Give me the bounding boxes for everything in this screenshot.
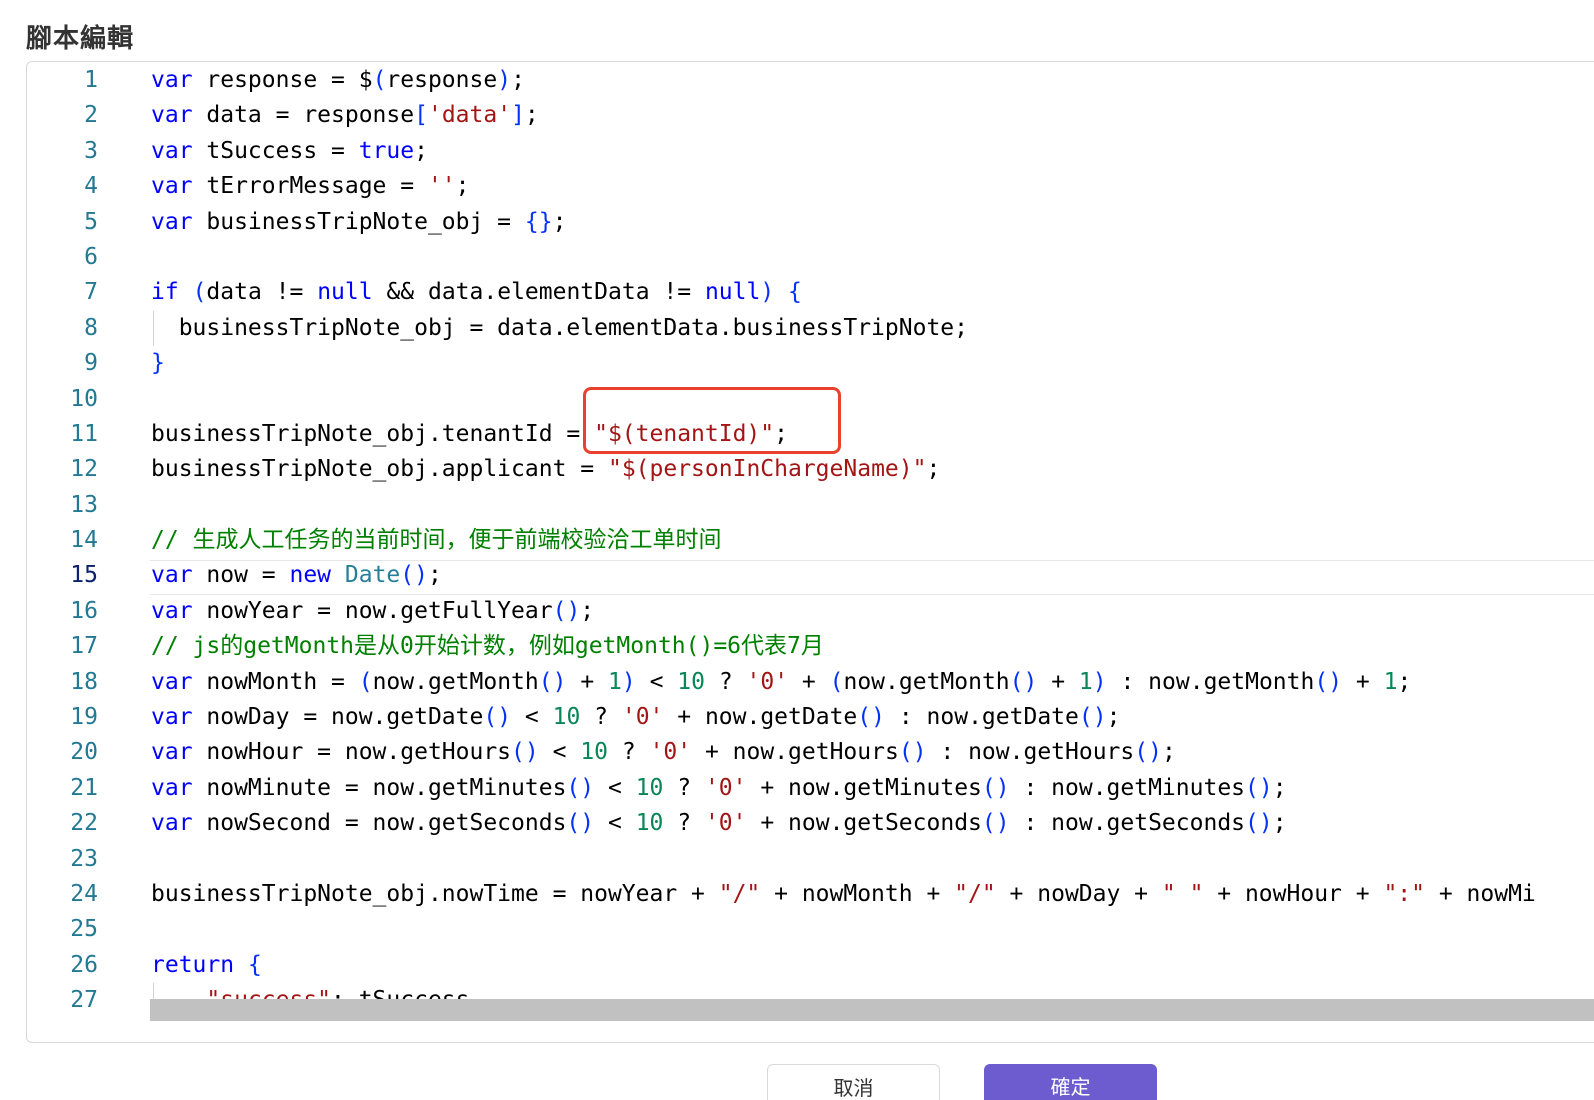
code-line[interactable]: var tSuccess = true; — [151, 134, 1594, 169]
line-number: 1 — [84, 67, 98, 93]
code-line[interactable]: var now = new Date(); — [151, 558, 1594, 593]
code-line[interactable] — [151, 240, 1594, 275]
indent-guide — [153, 310, 154, 347]
line-number: 18 — [70, 668, 98, 695]
code-line[interactable]: var nowHour = now.getHours() < 10 ? '0' … — [151, 735, 1594, 770]
code-line[interactable] — [151, 488, 1594, 523]
script-editor-page: 腳本編輯 1 2 3 4 5 6 7 8 9 10 11 12 13 14 15 16 17 18 19 20 21 22… — [0, 0, 1594, 1100]
line-number: 13 — [70, 491, 98, 518]
line-number-gutter: 1 2 3 4 5 6 7 8 9 10 11 12 13 14 15 16 17 18 19 20 21 22 23 24 2… — [27, 63, 127, 1019]
code-line[interactable]: var businessTripNote_obj = {}; — [151, 205, 1594, 240]
line-number: 26 — [70, 951, 98, 978]
line-number: 10 — [70, 385, 98, 412]
line-number: 15 — [70, 562, 98, 589]
line-number: 24 — [70, 880, 98, 907]
code-line[interactable] — [151, 382, 1594, 417]
code-editor[interactable]: 1 2 3 4 5 6 7 8 9 10 11 12 13 14 15 16 17 18 19 20 21 22 23 24 2… — [26, 61, 1594, 1043]
line-number: 9 — [84, 350, 98, 377]
code-line[interactable]: // 生成人工任务的当前时间，便于前端校验洽工单时间 — [151, 523, 1594, 558]
line-number: 19 — [70, 704, 98, 731]
line-number: 25 — [70, 916, 98, 943]
section-title: 腳本編輯 — [26, 24, 135, 54]
code-line[interactable]: // js的getMonth是从0开始计数，例如getMonth()=6代表7月 — [151, 629, 1594, 664]
code-line[interactable]: businessTripNote_obj.applicant = "$(pers… — [151, 452, 1594, 487]
confirm-button[interactable]: 確定 — [984, 1064, 1157, 1100]
line-number: 16 — [70, 597, 98, 624]
code-area[interactable]: var response = $(response); var data = re… — [151, 63, 1594, 1019]
line-number: 6 — [84, 243, 98, 270]
line-number: 22 — [70, 810, 98, 837]
line-number: 2 — [84, 102, 98, 129]
line-number: 5 — [84, 208, 98, 235]
line-number: 23 — [70, 845, 98, 872]
code-line[interactable]: return { — [151, 948, 1594, 983]
line-number: 27 — [70, 987, 98, 1014]
line-number: 11 — [70, 420, 98, 447]
tenant-id-annotation-box — [583, 387, 841, 454]
code-line[interactable]: if (data != null && data.elementData != … — [151, 275, 1594, 310]
line-number: 17 — [70, 633, 98, 660]
code-line[interactable]: var nowDay = now.getDate() < 10 ? '0' + … — [151, 700, 1594, 735]
code-line[interactable]: } — [151, 346, 1594, 381]
code-line[interactable]: businessTripNote_obj = data.elementData.… — [151, 310, 1594, 347]
code-line[interactable]: var response = $(response); — [151, 63, 1594, 98]
code-line[interactable]: var nowMinute = now.getMinutes() < 10 ? … — [151, 771, 1594, 806]
code-line[interactable]: var data = response['data']; — [151, 98, 1594, 133]
code-line[interactable]: businessTripNote_obj.nowTime = nowYear +… — [151, 877, 1594, 912]
line-number: 7 — [84, 279, 98, 306]
code-line[interactable]: var nowYear = now.getFullYear(); — [151, 594, 1594, 629]
line-number: 20 — [70, 739, 98, 766]
line-number: 14 — [70, 527, 98, 554]
line-number: 12 — [70, 456, 98, 483]
line-number: 4 — [84, 173, 98, 200]
code-line[interactable] — [151, 912, 1594, 947]
code-line[interactable]: businessTripNote_obj.tenantId = "$(tenan… — [151, 417, 1594, 452]
code-line[interactable]: var nowMonth = (now.getMonth() + 1) < 10… — [151, 665, 1594, 700]
line-number: 21 — [70, 774, 98, 801]
line-number: 8 — [84, 314, 98, 341]
horizontal-scrollbar[interactable] — [150, 999, 1594, 1021]
cancel-button[interactable]: 取消 — [767, 1064, 940, 1100]
code-line[interactable]: var nowSecond = now.getSeconds() < 10 ? … — [151, 806, 1594, 841]
code-line[interactable]: var tErrorMessage = ''; — [151, 169, 1594, 204]
line-number: 3 — [84, 137, 98, 164]
code-line[interactable] — [151, 842, 1594, 877]
